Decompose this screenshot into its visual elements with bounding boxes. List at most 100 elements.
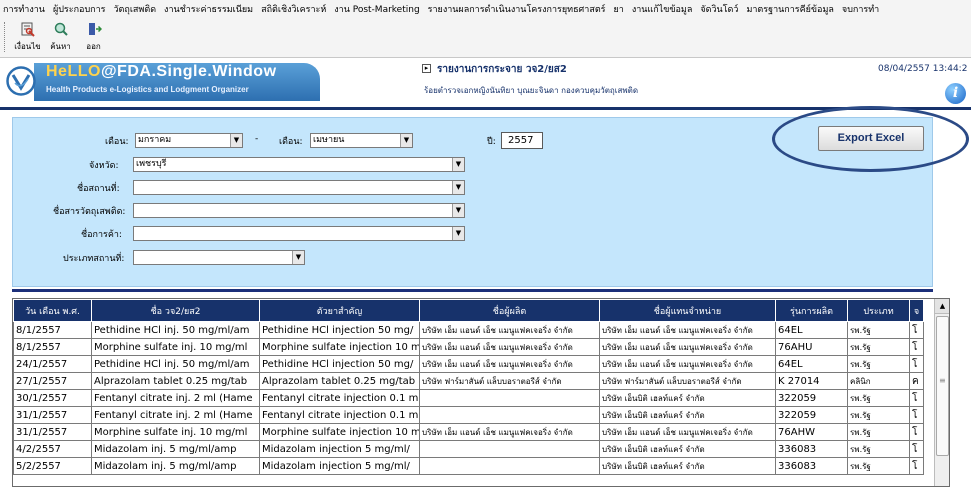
toolbar-grip[interactable]: [4, 22, 7, 52]
dropdown-arrow-icon[interactable]: ▼: [452, 204, 464, 217]
logo-title-rest: @FDA.Single.Window: [100, 63, 277, 80]
table-cell: Fentanyl citrate injection 0.1 m: [259, 406, 420, 424]
search-label: ค้นหา: [50, 42, 71, 51]
table-cell: รพ.รัฐ: [847, 355, 910, 373]
menu-item[interactable]: มาตรฐานการคีย์ข้อมูล: [746, 2, 833, 16]
table-row[interactable]: 8/1/2557 Morphine sulfate inj. 10 mg/ml Mo…: [13, 338, 924, 356]
menu-item[interactable]: รายงานผลการดำเนินงานโครงการยุทธศาสตร์: [428, 2, 606, 16]
table-cell: 4/2/2557: [13, 440, 92, 458]
table-row[interactable]: 8/1/2557 Pethidine HCl inj. 50 mg/ml/am Pe…: [13, 321, 924, 339]
column-header-type[interactable]: ประเภท: [847, 299, 910, 322]
month-from-select[interactable]: มกราคม ▼: [135, 133, 243, 148]
menu-item[interactable]: วัตถุเสพติด: [114, 2, 157, 16]
table-row[interactable]: 24/1/2557 Pethidine HCl inj. 50 mg/ml/am P…: [13, 355, 924, 373]
table-cell: รพ.รัฐ: [847, 423, 910, 441]
condition-button[interactable]: เงื่อนไข: [11, 18, 44, 54]
menu-item[interactable]: จัดวินโดว์: [700, 2, 738, 16]
table-row[interactable]: 31/1/2557 Morphine sulfate inj. 10 mg/ml M…: [13, 423, 924, 441]
section-separator: [12, 289, 933, 292]
vertical-scrollbar[interactable]: ▲ ≡: [934, 299, 949, 486]
table-cell: 31/1/2557: [13, 406, 92, 424]
dropdown-arrow-icon[interactable]: ▼: [452, 158, 464, 171]
table-row[interactable]: 4/2/2557 Midazolam inj. 5 mg/ml/amp Midazo…: [13, 440, 924, 458]
month-to-select[interactable]: เมษายน ▼: [310, 133, 413, 148]
table-cell: Fentanyl citrate inj. 2 ml (Hame: [91, 389, 260, 407]
table-row[interactable]: 31/1/2557 Fentanyl citrate inj. 2 ml (Ham…: [13, 406, 924, 424]
dropdown-arrow-icon[interactable]: ▼: [452, 181, 464, 194]
exit-button[interactable]: ออก: [77, 18, 110, 54]
menu-item[interactable]: งาน Post-Marketing: [334, 2, 419, 16]
info-icon[interactable]: i: [945, 83, 966, 104]
table-cell: [419, 457, 600, 475]
trade-select[interactable]: ▼: [133, 226, 465, 241]
table-cell: Morphine sulfate inj. 10 mg/ml: [91, 338, 260, 356]
place-type-select[interactable]: ▼: [133, 250, 305, 265]
dropdown-arrow-icon[interactable]: ▼: [452, 227, 464, 240]
table-cell: รพ.รัฐ: [847, 457, 910, 475]
table-cell: Fentanyl citrate injection 0.1 m: [259, 389, 420, 407]
search-button[interactable]: ค้นหา: [44, 18, 77, 54]
table-cell: รพ.รัฐ: [847, 389, 910, 407]
table-cell: Midazolam injection 5 mg/ml/: [259, 440, 420, 458]
scroll-up-icon[interactable]: ▲: [935, 299, 949, 314]
month-to-value: เมษายน: [313, 135, 345, 145]
table-cell: Midazolam inj. 5 mg/ml/amp: [91, 440, 260, 458]
menu-item[interactable]: ยา: [614, 2, 624, 16]
table-cell: รพ.รัฐ: [847, 321, 910, 339]
dropdown-arrow-icon[interactable]: ▼: [230, 134, 242, 147]
table-row[interactable]: 27/1/2557 Alprazolam tablet 0.25 mg/tab Al…: [13, 372, 924, 390]
menu-item[interactable]: สถิติเชิงวิเคราะห์: [261, 2, 326, 16]
column-header-manufacturer[interactable]: ชื่อผู้ผลิต: [419, 299, 600, 322]
column-header-extra[interactable]: จ: [909, 299, 924, 322]
table-cell: รพ.รัฐ: [847, 338, 910, 356]
province-select[interactable]: เพชรบุรี ▼: [133, 157, 465, 172]
exit-icon: [86, 21, 102, 37]
results-table: วัน เดือน พ.ศ. ชื่อ วจ2/ยส2 ตัวยาสำคัญ ช…: [13, 299, 924, 475]
table-row[interactable]: 5/2/2557 Midazolam inj. 5 mg/ml/amp Midazo…: [13, 457, 924, 475]
scroll-thumb[interactable]: [936, 316, 949, 456]
exit-label: ออก: [86, 42, 101, 51]
menu-item[interactable]: งานชำระค่าธรรมเนียม: [164, 2, 253, 16]
year-label: ปี:: [487, 137, 496, 147]
place-select[interactable]: ▼: [133, 180, 465, 195]
table-cell: 76AHU: [775, 338, 848, 356]
month-from-value: มกราคม: [138, 135, 172, 145]
menu-item[interactable]: งานแก้ไขข้อมูล: [632, 2, 693, 16]
table-row[interactable]: 30/1/2557 Fentanyl citrate inj. 2 ml (Ham…: [13, 389, 924, 407]
table-cell: Fentanyl citrate inj. 2 ml (Hame: [91, 406, 260, 424]
table-cell: Morphine sulfate inj. 10 mg/ml: [91, 423, 260, 441]
table-cell: บริษัท เอ็ม แอนด์ เอ็ช แมนูแฟคเจอริ่ง จำ…: [419, 355, 600, 373]
table-cell: Midazolam injection 5 mg/ml/: [259, 457, 420, 475]
table-cell: Pethidine HCl injection 50 mg/: [259, 355, 420, 373]
table-cell: บริษัท เอ็ม แอนด์ เอ็ช แมนูแฟคเจอริ่ง จำ…: [599, 321, 776, 339]
column-header-distributor[interactable]: ชื่อผู้แทนจำหน่าย: [599, 299, 776, 322]
menu-bar: การทำงาน ผู้ประกอบการ วัตถุเสพติด งานชำระค่…: [0, 0, 971, 18]
table-cell: บริษัท เอ็ม แอนด์ เอ็ช แมนูแฟคเจอริ่ง จำ…: [419, 321, 600, 339]
column-header-date[interactable]: วัน เดือน พ.ศ.: [13, 299, 92, 322]
dropdown-arrow-icon[interactable]: ▼: [292, 251, 304, 264]
year-input[interactable]: 2557: [501, 132, 543, 149]
datetime: 08/04/2557 13:44:2: [878, 64, 968, 74]
table-cell: 336083: [775, 440, 848, 458]
column-header-lot[interactable]: รุ่นการผลิต: [775, 299, 848, 322]
table-cell: Pethidine HCl inj. 50 mg/ml/am: [91, 355, 260, 373]
app-logo-subtitle: Health Products e-Logistics and Lodgment…: [46, 85, 249, 94]
place-label: ชื่อสถานที่:: [77, 184, 120, 194]
table-cell: 8/1/2557: [13, 321, 92, 339]
export-excel-button[interactable]: Export Excel: [818, 126, 924, 151]
table-cell: บริษัท เอ็ม แอนด์ เอ็ช แมนูแฟคเจอริ่ง จำ…: [419, 338, 600, 356]
menu-item[interactable]: ผู้ประกอบการ: [53, 2, 106, 16]
menu-item[interactable]: การทำงาน: [3, 2, 45, 16]
table-cell: 27/1/2557: [13, 372, 92, 390]
table-cell: K 27014: [775, 372, 848, 390]
table-cell: Pethidine HCl injection 50 mg/: [259, 321, 420, 339]
menu-item[interactable]: จบการทำ: [842, 2, 879, 16]
fda-logo-icon: [6, 66, 36, 96]
dropdown-arrow-icon[interactable]: ▼: [400, 134, 412, 147]
substance-select[interactable]: ▼: [133, 203, 465, 218]
column-header-form-name[interactable]: ชื่อ วจ2/ยส2: [91, 299, 260, 322]
table-cell: Morphine sulfate injection 10 m: [259, 423, 420, 441]
filter-panel: เดือน: มกราคม ▼ - เดือน: เมษายน ▼ ปี: 25…: [12, 117, 933, 287]
column-header-active-ingredient[interactable]: ตัวยาสำคัญ: [259, 299, 420, 322]
table-cell: 76AHW: [775, 423, 848, 441]
